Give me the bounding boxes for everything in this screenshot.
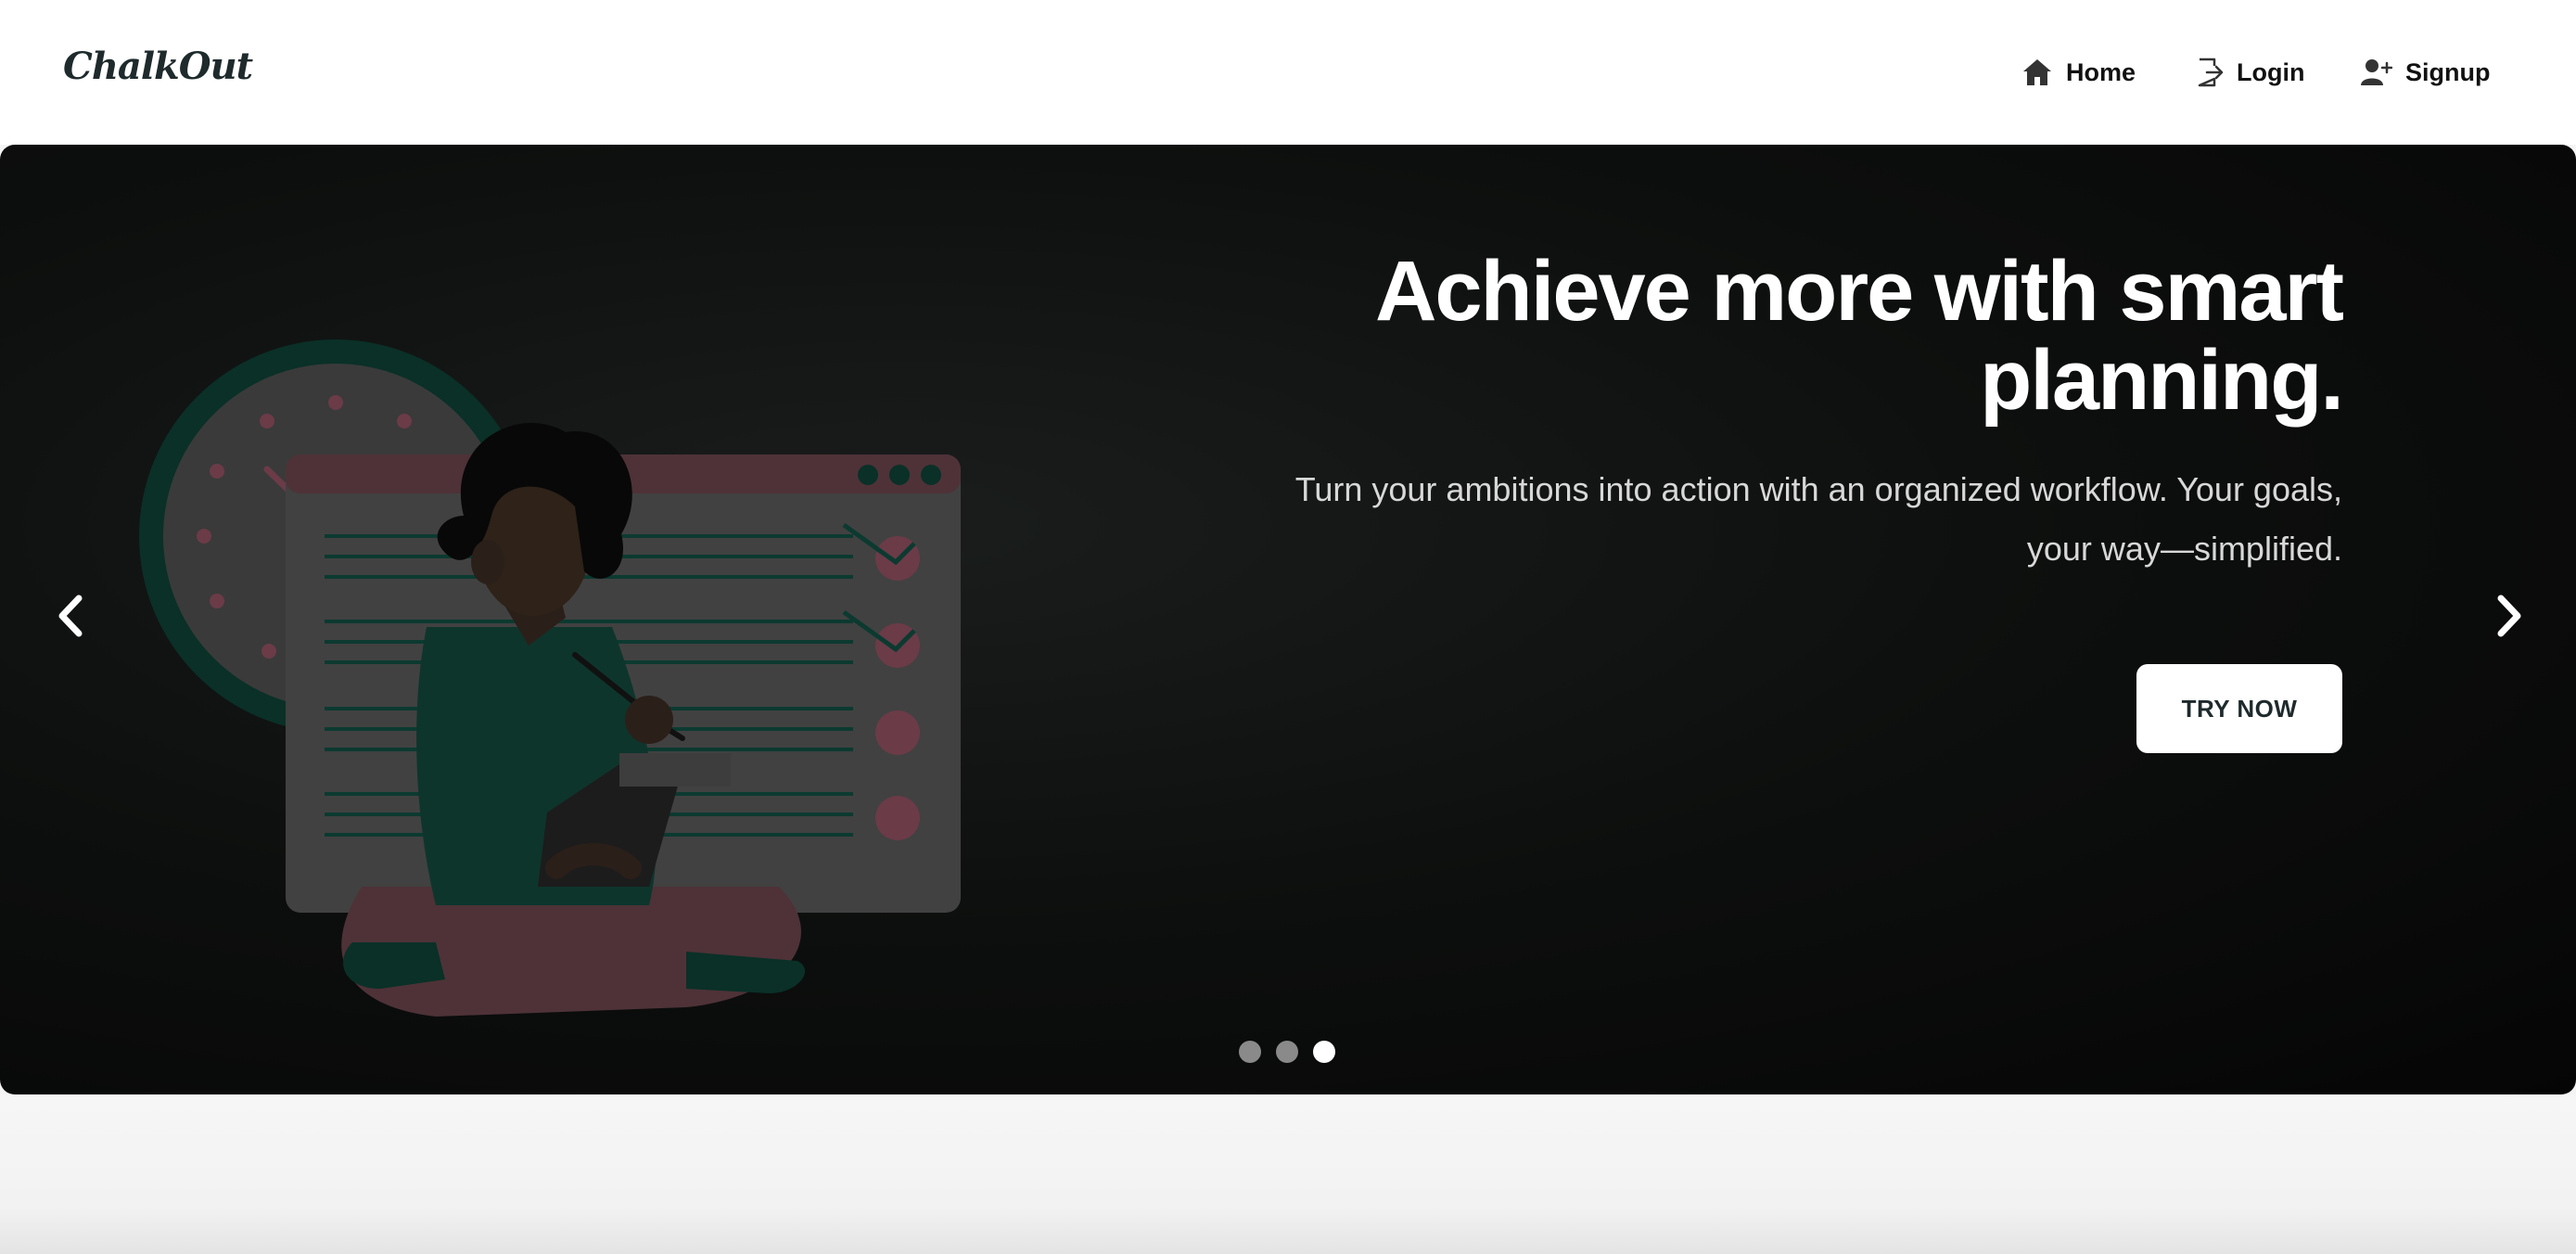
carousel-dot-1[interactable] — [1239, 1041, 1261, 1063]
hero-subtitle-line-1: Turn your ambitions into action with an … — [1294, 470, 2342, 508]
nav-signup-label: Signup — [2405, 58, 2491, 86]
hero-subtitle: Turn your ambitions into action with an … — [1230, 460, 2342, 579]
carousel-prev-button[interactable] — [43, 590, 98, 646]
nav-login-link[interactable]: Login — [2196, 52, 2304, 93]
content-section — [0, 1094, 2576, 1254]
hero-carousel: Achieve more with smart planning. Turn y… — [0, 145, 2576, 1094]
nav-home-link[interactable]: Home — [2021, 52, 2136, 93]
chevron-left-icon — [57, 595, 84, 641]
home-icon — [2021, 58, 2053, 87]
user-plus-icon — [2361, 58, 2392, 87]
hero-title: Achieve more with smart planning. — [1374, 244, 2344, 428]
carousel-indicators — [1239, 1041, 1335, 1063]
login-icon — [2196, 57, 2224, 88]
hero-subtitle-line-2: your way—simplified. — [2026, 530, 2342, 568]
brand-logo[interactable]: ChalkOut — [63, 45, 253, 88]
navbar: ChalkOut Home Login Signup — [0, 0, 2576, 145]
nav-signup-link[interactable]: Signup — [2361, 52, 2490, 93]
carousel-dot-3[interactable] — [1313, 1041, 1335, 1063]
nav-home-label: Home — [2066, 58, 2136, 86]
carousel-next-button[interactable] — [2481, 590, 2537, 646]
chevron-right-icon — [2495, 595, 2523, 641]
try-now-button[interactable]: TRY NOW — [2136, 664, 2342, 753]
carousel-dot-2[interactable] — [1276, 1041, 1298, 1063]
woman-planning-illustration — [139, 339, 961, 1017]
nav-login-label: Login — [2237, 58, 2305, 86]
